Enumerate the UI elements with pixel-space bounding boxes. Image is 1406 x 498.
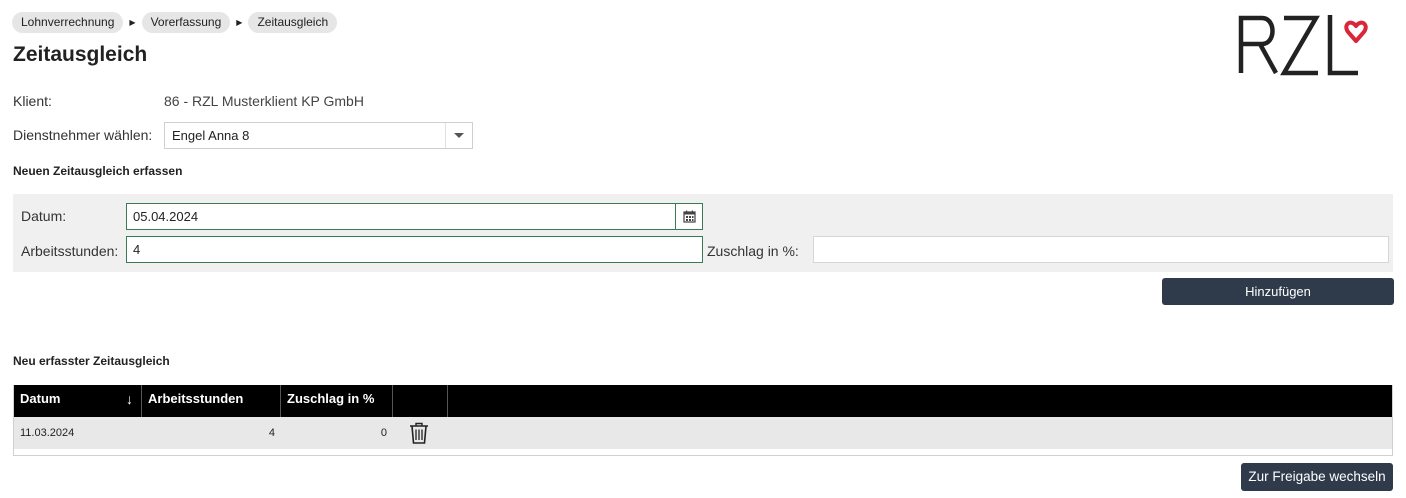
breadcrumb-item-vorerfassung[interactable]: Vorerfassung [141,12,231,33]
date-input[interactable]: 05.04.2024 [126,203,703,230]
release-button[interactable]: Zur Freigabe wechseln [1241,463,1393,491]
recorded-table: Datum ↓ Arbeitsstunden Zuschlag in % 11.… [13,385,1393,456]
employee-select-value: Engel Anna 8 [172,128,250,143]
table-header: Datum ↓ Arbeitsstunden Zuschlag in % [14,385,1392,417]
cell-zuschlag: 0 [380,427,387,439]
add-button[interactable]: Hinzufügen [1162,278,1394,305]
breadcrumb-item-zeitausgleich[interactable]: Zeitausgleich [248,12,338,33]
page-title: Zeitausgleich [13,43,148,66]
new-entry-form: Datum: 05.04.2024 Arbeitsstunden: 4 Zusc… [13,194,1393,272]
column-header-zuschlag[interactable]: Zuschlag in % [281,385,393,417]
sort-down-icon: ↓ [126,391,133,407]
client-value: 86 - RZL Musterklient KP GmbH [164,93,364,109]
trash-icon [410,422,428,444]
employee-select[interactable]: Engel Anna 8 [164,122,473,149]
hours-label: Arbeitsstunden: [21,243,119,259]
new-entry-heading: Neuen Zeitausgleich erfassen [13,164,183,178]
date-input-value: 05.04.2024 [133,209,199,224]
breadcrumb-separator-icon: ▶ [129,18,136,27]
breadcrumb-item-lohnverrechnung[interactable]: Lohnverrechnung [12,12,124,33]
column-header-filler [448,385,1392,417]
cell-filler [448,417,1392,449]
rzl-logo [1238,12,1378,76]
column-header-datum[interactable]: Datum ↓ [14,385,142,417]
cell-actions [393,417,448,449]
column-header-actions [393,385,448,417]
recorded-heading: Neu erfasster Zeitausgleich [13,354,170,368]
column-header-arbeitsstunden[interactable]: Arbeitsstunden [142,385,281,417]
employee-label: Dienstnehmer wählen: [13,127,153,143]
table-footer [14,449,1392,455]
hours-input[interactable]: 4 [126,236,703,263]
table-body: 11.03.2024 4 0 [14,417,1392,449]
chevron-down-icon [454,133,464,138]
surcharge-input[interactable] [813,236,1389,263]
cell-arbeitsstunden: 4 [268,427,275,439]
table-row[interactable]: 11.03.2024 4 0 [14,417,1392,449]
client-label: Klient: [13,93,52,109]
date-label: Datum: [21,208,67,224]
column-header-datum-label: Datum [20,391,61,406]
surcharge-label: Zuschlag in %: [707,243,799,259]
logo-mark [1238,15,1368,76]
calendar-icon [682,210,696,223]
employee-dropdown-button[interactable] [445,123,472,148]
date-picker-button[interactable] [675,204,702,229]
delete-row-button[interactable] [409,422,429,444]
cell-datum: 11.03.2024 [20,427,75,439]
breadcrumb-separator-icon: ▶ [236,18,243,27]
breadcrumb: Lohnverrechnung ▶ Vorerfassung ▶ Zeitaus… [12,12,338,33]
